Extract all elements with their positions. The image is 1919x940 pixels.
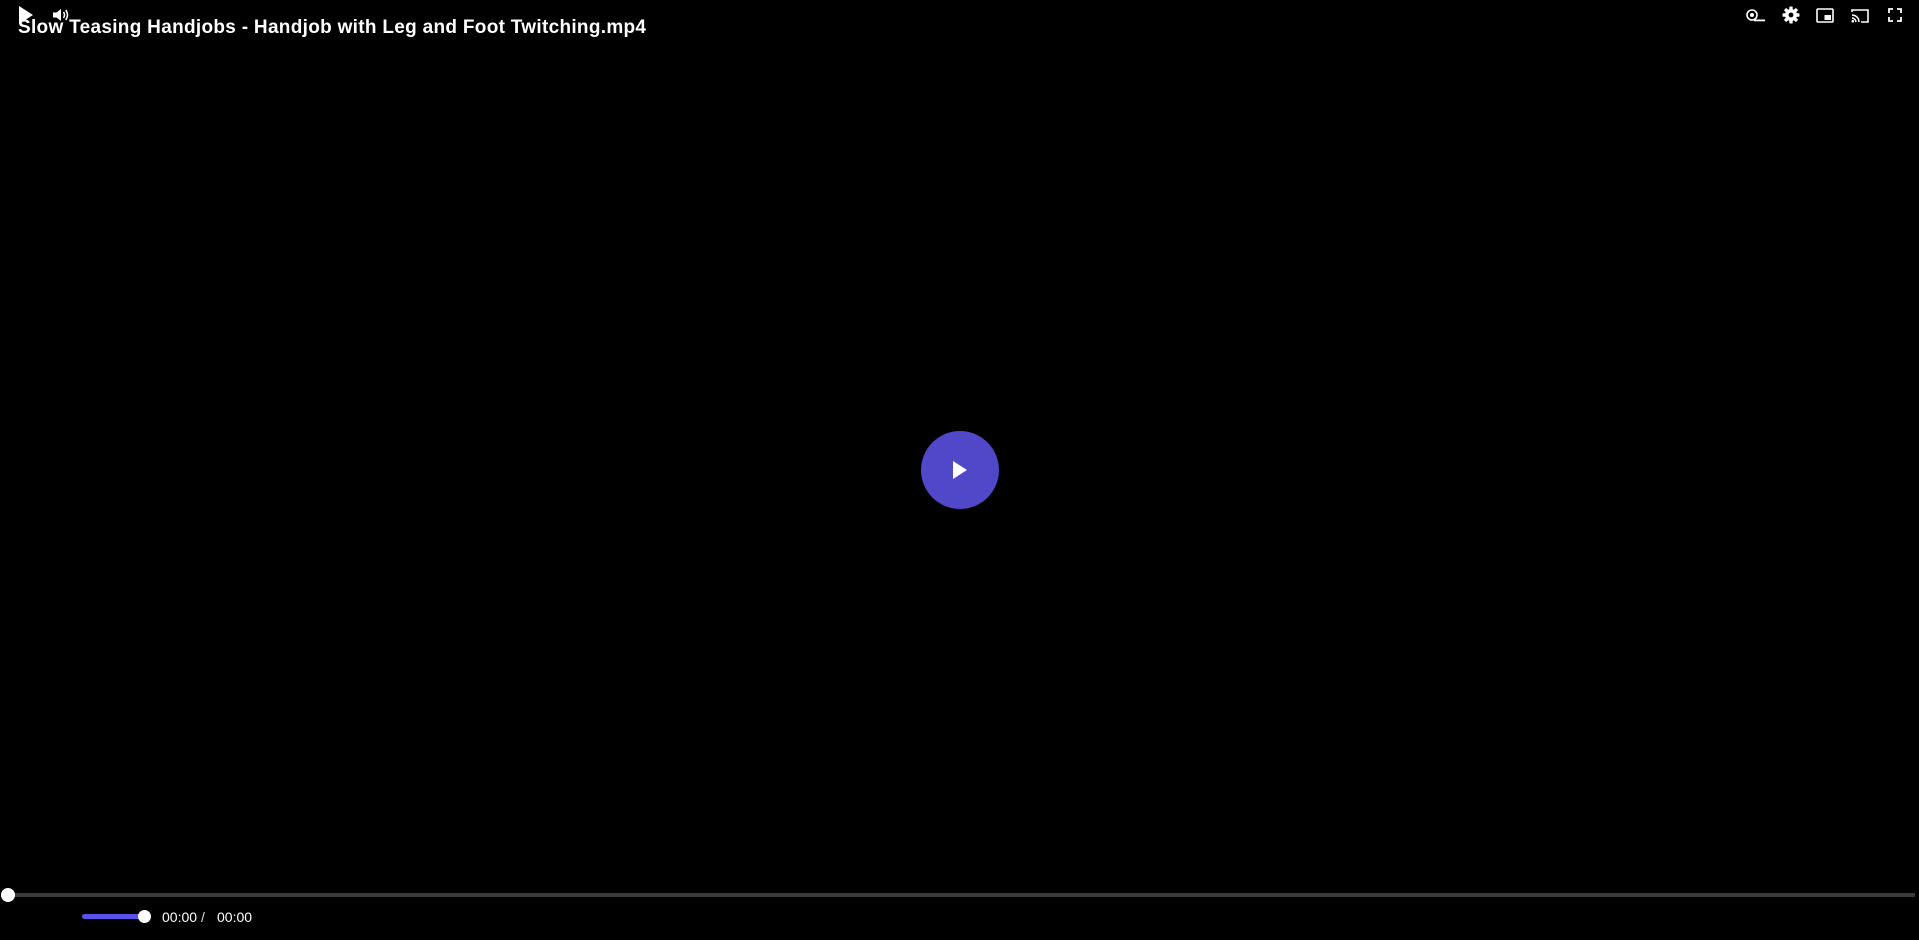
gear-icon bbox=[1782, 6, 1800, 24]
fullscreen-button[interactable] bbox=[1883, 0, 1907, 30]
video-title: Slow Teasing Handjobs - Handjob with Leg… bbox=[18, 17, 647, 38]
progress-bar[interactable] bbox=[1, 888, 1915, 902]
play-icon bbox=[953, 461, 967, 479]
cast-icon bbox=[1851, 8, 1869, 23]
volume-button[interactable] bbox=[49, 0, 73, 30]
time-separator: / bbox=[201, 909, 205, 925]
current-time: 00:00 bbox=[162, 909, 198, 925]
duration: 00:00 bbox=[217, 909, 253, 925]
big-play-button[interactable] bbox=[921, 431, 999, 509]
fullscreen-icon bbox=[1888, 8, 1902, 22]
picture-in-picture-icon bbox=[1816, 7, 1834, 23]
volume-icon bbox=[53, 9, 69, 21]
settings-button[interactable] bbox=[1779, 0, 1803, 30]
cast-button[interactable] bbox=[1848, 0, 1872, 30]
play-button[interactable] bbox=[12, 0, 40, 30]
autoplay-toggle-icon bbox=[1746, 9, 1765, 22]
picture-in-picture-button[interactable] bbox=[1813, 0, 1837, 30]
progress-handle[interactable] bbox=[1, 888, 15, 902]
volume-slider[interactable] bbox=[82, 910, 151, 923]
volume-handle[interactable] bbox=[138, 910, 151, 923]
volume-level bbox=[82, 914, 144, 919]
play-icon bbox=[19, 6, 33, 24]
autoplay-toggle[interactable] bbox=[1744, 0, 1768, 30]
video-player[interactable]: Slow Teasing Handjobs - Handjob with Leg… bbox=[0, 0, 1919, 940]
